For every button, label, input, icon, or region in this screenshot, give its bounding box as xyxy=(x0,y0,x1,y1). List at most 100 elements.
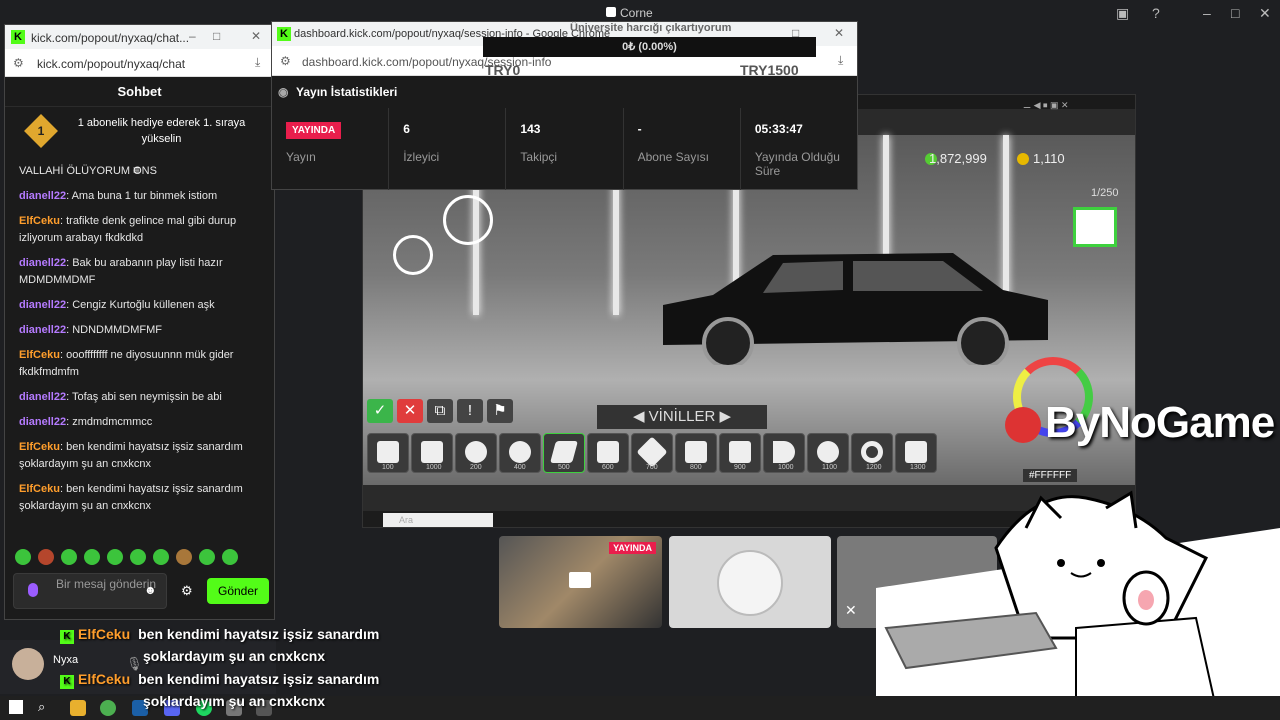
next-arrow-icon[interactable]: ▶ xyxy=(715,408,732,425)
kick-logo-icon: K xyxy=(60,675,74,689)
broadcast-icon: ◉ xyxy=(278,85,289,99)
prev-arrow-icon[interactable]: ◀ xyxy=(633,408,649,425)
pinned-gift-banner[interactable]: 1 1 abonelik hediye ederek 1. sıraya yük… xyxy=(5,107,274,157)
emote-icon[interactable] xyxy=(222,549,238,565)
stat-subscribers: - Abone Sayısı xyxy=(624,108,741,190)
layer-counter: 1/250 xyxy=(1091,187,1119,199)
microphone-icon[interactable]: 🎙 xyxy=(126,656,143,672)
download-icon[interactable]: ⤓ xyxy=(255,55,260,70)
mute-icon[interactable]: ✕ xyxy=(845,602,857,619)
emote-icon[interactable] xyxy=(130,549,146,565)
rotate-handle-icon[interactable] xyxy=(393,235,433,275)
emote-icon[interactable] xyxy=(107,549,123,565)
stat-viewers: 6 İzleyici xyxy=(389,108,507,190)
stats-row: YAYINDA Yayın 6 İzleyici 143 Takipçi - Abone… xyxy=(272,108,857,190)
chat-username[interactable]: dianell22 xyxy=(19,416,66,428)
stats-header: ◉ Yayın İstatistikleri xyxy=(272,76,857,108)
pinned-text: 1 abonelik hediye ederek 1. sıraya yükse… xyxy=(77,117,246,145)
send-button[interactable]: Gönder xyxy=(207,578,269,604)
stream-thumbnail[interactable]: YAYINDA xyxy=(499,536,662,628)
shape-item[interactable]: 100 xyxy=(367,433,409,473)
emote-icon[interactable] xyxy=(15,549,31,565)
gold-value: 1,110 xyxy=(1033,151,1065,166)
file-explorer-icon[interactable] xyxy=(70,700,86,716)
participant-thumbnail[interactable] xyxy=(669,536,831,628)
bookmark-icon[interactable]: ⚑ xyxy=(487,399,513,423)
help-icon[interactable]: ? xyxy=(1152,5,1160,21)
shape-item[interactable]: 700 xyxy=(631,433,673,473)
close-icon[interactable]: ✕ xyxy=(834,26,844,40)
kick-logo-icon: K xyxy=(60,630,74,644)
shape-item[interactable]: 800 xyxy=(675,433,717,473)
shape-item[interactable]: 500 xyxy=(543,433,585,473)
confirm-icon[interactable]: ✓ xyxy=(367,399,393,423)
move-handle-icon[interactable] xyxy=(443,195,493,245)
chat-header: Sohbet xyxy=(5,77,274,107)
emote-icon[interactable] xyxy=(199,549,215,565)
emote-icon[interactable] xyxy=(38,549,54,565)
microphone-icon[interactable] xyxy=(28,583,38,597)
streamer-search: Ara xyxy=(383,513,493,527)
shape-item[interactable]: 1000 xyxy=(411,433,453,473)
shape-item[interactable]: 1000 xyxy=(763,433,805,473)
chat-settings-icon[interactable]: ⚙ xyxy=(181,583,193,599)
chat-message: ElfCeku: oooffffffff ne diyosuunnn mük g… xyxy=(19,349,234,378)
emote-icon[interactable] xyxy=(61,549,77,565)
download-icon[interactable]: ⤓ xyxy=(838,53,843,68)
chat-message-input[interactable]: Bir mesaj gönderin ☻ xyxy=(13,573,167,609)
chat-username[interactable]: dianell22 xyxy=(19,299,66,311)
stat-followers: 143 Takipçi xyxy=(506,108,624,190)
close-icon[interactable]: ✕ xyxy=(1259,5,1271,22)
shape-item[interactable]: 1100 xyxy=(807,433,849,473)
chat-tab-title: kick.com/popout/nyxaq/chat... xyxy=(31,31,190,45)
windows-start-icon[interactable] xyxy=(9,700,23,714)
site-settings-icon[interactable]: ⚙ xyxy=(280,54,291,68)
selected-layer-preview[interactable] xyxy=(1073,207,1117,247)
inbox-icon[interactable]: ▣ xyxy=(1116,5,1129,22)
chat-username[interactable]: dianell22 xyxy=(19,391,66,403)
minimize-icon[interactable]: – xyxy=(189,29,196,43)
overlay-chat-message: K ElfCeku ben kendimi hayatsız işsiz sanar… xyxy=(60,626,379,644)
emoji-icon[interactable]: ☻ xyxy=(144,583,157,597)
chat-username[interactable]: dianell22 xyxy=(19,190,66,202)
emote-icon[interactable] xyxy=(176,549,192,565)
chat-url-bar[interactable]: ⚙ kick.com/popout/nyxaq/chat ⤓ xyxy=(5,49,274,77)
kick-chat-window: K kick.com/popout/nyxaq/chat... – □ ✕ ⚙ … xyxy=(4,24,275,620)
emote-icon[interactable] xyxy=(153,549,169,565)
chat-username[interactable]: ElfCeku xyxy=(19,215,60,227)
chat-message: ElfCeku: trafikte denk gelince mal gibi … xyxy=(19,215,237,244)
info-icon[interactable]: ! xyxy=(457,399,483,423)
shape-item[interactable]: 900 xyxy=(719,433,761,473)
user-avatar[interactable] xyxy=(12,648,44,680)
cancel-icon[interactable]: ✕ xyxy=(397,399,423,423)
shape-item[interactable]: 1300 xyxy=(895,433,937,473)
maximize-icon[interactable]: □ xyxy=(213,29,220,43)
stat-uptime: 05:33:47 Yayında Olduğu Süre xyxy=(754,122,840,178)
bynogame-logo: ByNoGame xyxy=(1005,398,1275,448)
vinyl-category-selector[interactable]: ◀ VİNİLLER ▶ xyxy=(597,405,767,429)
bynogame-logo-icon xyxy=(1005,407,1041,444)
live-badge: YAYINDA xyxy=(286,122,342,139)
site-settings-icon[interactable]: ⚙ xyxy=(13,56,24,70)
chat-username[interactable]: dianell22 xyxy=(19,257,66,269)
kick-logo-icon: K xyxy=(11,30,25,44)
close-icon[interactable]: ✕ xyxy=(251,29,261,43)
chat-username[interactable]: ElfCeku xyxy=(19,483,60,495)
chat-username[interactable]: ElfCeku xyxy=(19,441,60,453)
chat-username[interactable]: ElfCeku xyxy=(19,349,60,361)
search-icon[interactable]: ⌕ xyxy=(38,699,45,715)
chat-url: kick.com/popout/nyxaq/chat xyxy=(37,57,186,71)
shape-item[interactable]: 200 xyxy=(455,433,497,473)
chrome-icon[interactable] xyxy=(100,700,116,716)
shape-item[interactable]: 400 xyxy=(499,433,541,473)
chat-username[interactable]: dianell22 xyxy=(19,324,66,336)
shape-item[interactable]: 1200 xyxy=(851,433,893,473)
copy-icon[interactable]: ⧉ xyxy=(427,399,453,423)
collapse-icon[interactable]: ≡ xyxy=(133,163,140,177)
chat-message-list: VALLAHİ ÖLÜYORUM ONS dianell22: Ama buna… xyxy=(5,157,274,515)
shape-item[interactable]: 600 xyxy=(587,433,629,473)
category-label: VİNİLLER xyxy=(648,408,716,425)
emote-icon[interactable] xyxy=(84,549,100,565)
maximize-icon[interactable]: □ xyxy=(1231,5,1239,21)
minimize-icon[interactable]: – xyxy=(1203,5,1211,21)
